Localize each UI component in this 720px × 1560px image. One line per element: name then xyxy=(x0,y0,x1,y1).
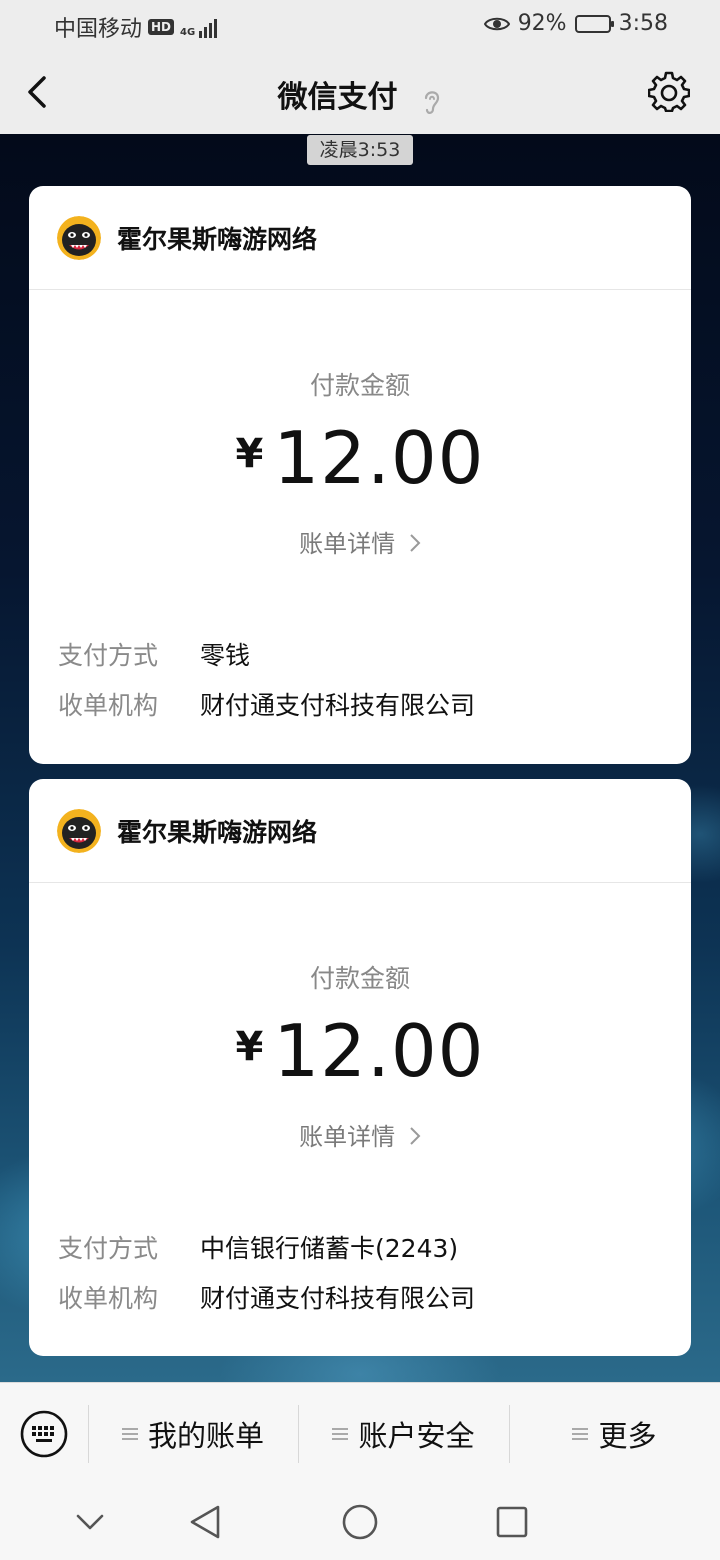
message-timestamp: 凌晨3:53 xyxy=(307,135,413,165)
gear-icon xyxy=(647,71,691,113)
card-header[interactable]: 霍尔果斯嗨游网络 xyxy=(29,186,691,290)
system-home-button[interactable] xyxy=(340,1502,380,1542)
status-right: 92% 3:58 xyxy=(483,11,668,36)
acquirer-key: 收单机构 xyxy=(58,1284,159,1313)
card-header[interactable]: 霍尔果斯嗨游网络 xyxy=(29,779,691,883)
merchant-avatar xyxy=(57,808,101,853)
payment-method-row: 支付方式 中信银行储蓄卡(2243) xyxy=(58,1229,458,1265)
carrier-name: 中国移动 xyxy=(54,17,143,42)
payment-method-value: 中信银行储蓄卡(2243) xyxy=(200,1234,459,1263)
bill-detail-label: 账单详情 xyxy=(299,1123,396,1151)
nav-title-wrap: 微信支付 xyxy=(0,72,720,120)
menu-lines-icon xyxy=(572,1428,589,1440)
acquirer-row: 收单机构 财付通支付科技有限公司 xyxy=(58,686,475,722)
hide-nav-button[interactable] xyxy=(70,1502,110,1542)
chat-area[interactable]: 凌晨3:53 霍尔果斯嗨游网络 付款金额 ¥12.00 账单详情 支付方式 零钱… xyxy=(0,134,720,1382)
payment-method-value: 零钱 xyxy=(200,641,251,670)
battery-icon xyxy=(574,14,614,33)
payment-method-key: 支付方式 xyxy=(58,1234,159,1263)
payment-method-key: 支付方式 xyxy=(58,641,159,670)
currency-symbol: ¥ xyxy=(235,431,264,477)
chevron-right-icon xyxy=(409,1124,421,1152)
system-back-button[interactable] xyxy=(186,1502,226,1542)
battery-percent: 92% xyxy=(517,11,567,36)
payment-card[interactable]: 霍尔果斯嗨游网络 付款金额 ¥12.00 账单详情 支付方式 中信银行储蓄卡(2… xyxy=(29,779,691,1356)
amount-label: 付款金额 xyxy=(309,964,410,993)
network-type: 4G xyxy=(180,27,196,38)
eye-icon xyxy=(483,17,510,30)
system-recents-button[interactable] xyxy=(492,1502,532,1542)
menu-lines-icon xyxy=(332,1428,349,1440)
signal-icon: 4G xyxy=(180,16,218,38)
bill-detail-link[interactable]: 账单详情 xyxy=(29,524,691,559)
bill-detail-link[interactable]: 账单详情 xyxy=(29,1117,691,1152)
clock: 3:58 xyxy=(618,11,668,36)
acquirer-row: 收单机构 财付通支付科技有限公司 xyxy=(58,1279,475,1315)
menu-more[interactable]: 更多 xyxy=(509,1383,720,1485)
triangle-back-icon xyxy=(190,1505,220,1539)
amount-row: ¥12.00 xyxy=(29,1009,691,1093)
menu-account-security-label: 账户安全 xyxy=(358,1419,475,1453)
bottom-menu: 我的账单 账户安全 更多 xyxy=(0,1382,720,1484)
amount-label: 付款金额 xyxy=(309,371,410,400)
menu-my-bills[interactable]: 我的账单 xyxy=(88,1383,298,1485)
menu-account-security[interactable]: 账户安全 xyxy=(298,1383,509,1485)
chevron-down-icon xyxy=(76,1514,104,1530)
merchant-name: 霍尔果斯嗨游网络 xyxy=(117,224,318,254)
chevron-right-icon xyxy=(409,531,421,559)
circle-home-icon xyxy=(342,1504,378,1540)
payment-amount: 12.00 xyxy=(273,416,485,500)
menu-more-label: 更多 xyxy=(598,1419,657,1453)
menu-lines-icon xyxy=(121,1428,138,1440)
status-bar: 中国移动 HD 4G 92% 3:58 xyxy=(0,0,720,50)
currency-symbol: ¥ xyxy=(235,1024,264,1070)
system-nav-bar xyxy=(0,1484,720,1560)
menu-my-bills-label: 我的账单 xyxy=(147,1419,264,1453)
amount-row: ¥12.00 xyxy=(29,416,691,500)
payment-method-row: 支付方式 零钱 xyxy=(58,636,250,672)
acquirer-value: 财付通支付科技有限公司 xyxy=(200,691,476,720)
settings-button[interactable] xyxy=(647,70,691,113)
bill-detail-label: 账单详情 xyxy=(299,530,396,558)
page-title: 微信支付 xyxy=(277,80,398,115)
payment-amount: 12.00 xyxy=(273,1009,485,1093)
keyboard-icon xyxy=(20,1410,68,1458)
acquirer-key: 收单机构 xyxy=(58,691,159,720)
status-left: 中国移动 HD 4G xyxy=(54,11,218,43)
ear-icon xyxy=(421,86,443,120)
hd-badge: HD xyxy=(148,19,175,35)
square-recents-icon xyxy=(496,1506,528,1538)
acquirer-value: 财付通支付科技有限公司 xyxy=(200,1284,476,1313)
nav-bar: 微信支付 xyxy=(0,50,720,134)
keyboard-toggle-button[interactable] xyxy=(20,1410,68,1458)
payment-card[interactable]: 霍尔果斯嗨游网络 付款金额 ¥12.00 账单详情 支付方式 零钱 收单机构 财… xyxy=(29,186,691,764)
merchant-name: 霍尔果斯嗨游网络 xyxy=(117,817,318,847)
merchant-avatar xyxy=(57,215,101,260)
